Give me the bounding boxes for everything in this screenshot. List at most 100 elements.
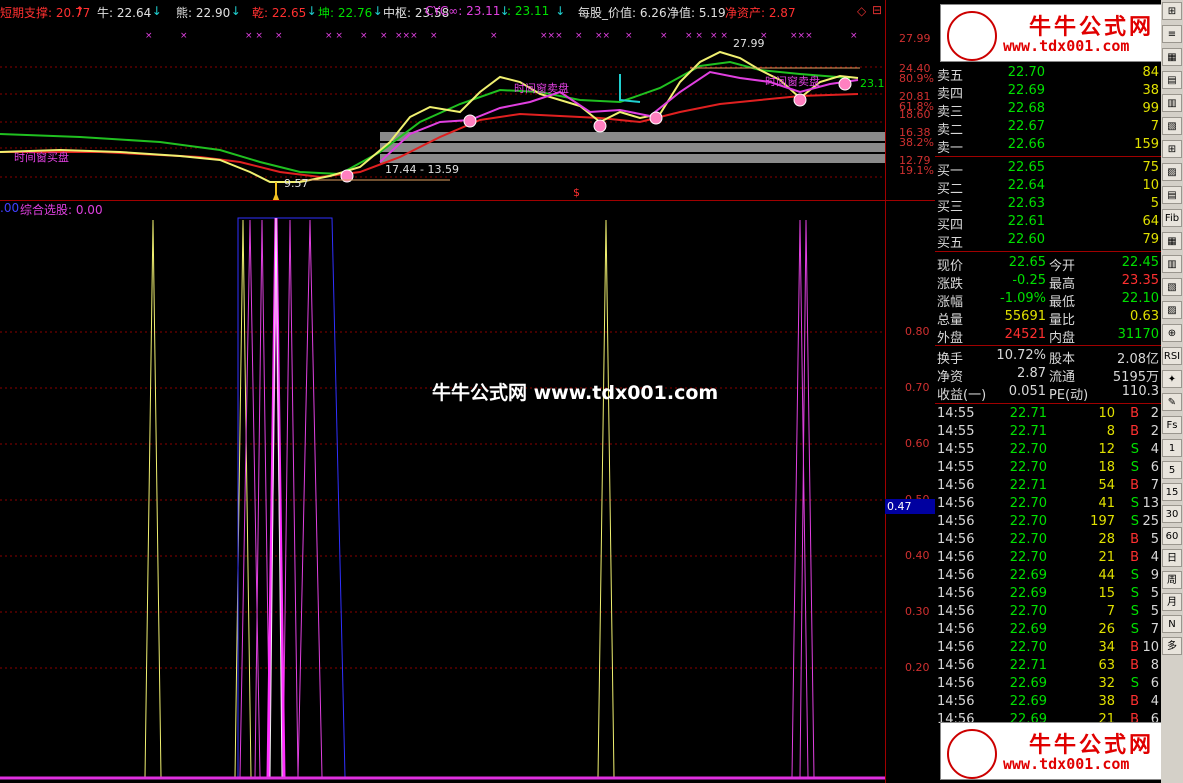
sidebar-tool-button[interactable]: 60 <box>1162 527 1182 545</box>
sidebar-tool-button[interactable]: 周 <box>1162 571 1182 589</box>
sidebar-tool-button[interactable]: 1 <box>1162 439 1182 457</box>
tick-time: 14:56 <box>937 586 975 601</box>
stat-value: 0.051 <box>1008 384 1046 399</box>
tick-row[interactable]: 14:56 22.70 7 S 5 <box>935 603 1161 621</box>
stat-row[interactable]: 外盘 24521 内盘 31170 <box>935 326 1161 346</box>
ask-row[interactable]: 卖五 22.70 84 <box>935 64 1161 84</box>
stat-row[interactable]: 收益(一) 0.051 PE(动) 110.3 <box>935 383 1161 403</box>
sidebar-tool-button[interactable]: ▤ <box>1162 186 1182 204</box>
tick-price: 22.70 <box>1009 514 1047 529</box>
tick-row[interactable]: 14:56 22.70 34 B 10 <box>935 639 1161 657</box>
tick-count: 7 <box>1150 622 1159 637</box>
tick-row[interactable]: 14:55 22.71 10 B 2 <box>935 405 1161 423</box>
sidebar-tool-button[interactable]: ⊕ <box>1162 324 1182 342</box>
ask-label: 卖一 <box>937 141 964 156</box>
tick-row[interactable]: 14:56 22.70 197 S 25 <box>935 513 1161 531</box>
sidebar-tool-button[interactable]: ✎ <box>1162 393 1182 411</box>
sidebar-tool-button[interactable]: 多 <box>1162 637 1182 655</box>
bid-row[interactable]: 买五 22.60 79 <box>935 231 1161 251</box>
tick-row[interactable]: 14:56 22.70 28 B 5 <box>935 531 1161 549</box>
stat-row[interactable]: 涨跌 -0.25 最高 23.35 <box>935 272 1161 292</box>
tick-row[interactable]: 14:56 22.70 21 B 4 <box>935 549 1161 567</box>
stat-value: 22.10 <box>1121 291 1159 306</box>
sidebar-tool-button[interactable]: 30 <box>1162 505 1182 523</box>
sidebar-tool-button[interactable]: 15 <box>1162 483 1182 501</box>
sidebar-tool-button[interactable]: ▨ <box>1162 301 1182 319</box>
watermark-text: 牛牛公式网 www.tdx001.com <box>432 382 719 404</box>
stat-row[interactable]: 涨幅 -1.09% 最低 22.10 <box>935 290 1161 310</box>
svg-text:×: × <box>850 31 858 41</box>
tick-row[interactable]: 14:56 22.69 38 B 4 <box>935 693 1161 711</box>
sidebar-tool-button[interactable]: ▦ <box>1162 48 1182 66</box>
ask-row[interactable]: 卖一 22.66 159 <box>935 136 1161 156</box>
sidebar-tool-button[interactable]: ▤ <box>1162 71 1182 89</box>
stat-value: -1.09% <box>1000 291 1046 306</box>
tick-side: B <box>1130 550 1139 565</box>
tick-row[interactable]: 14:56 22.69 26 S 7 <box>935 621 1161 639</box>
sidebar-tool-button[interactable]: ≡ <box>1162 25 1182 43</box>
tick-row[interactable]: 14:55 22.71 8 B 2 <box>935 423 1161 441</box>
sidebar-tool-button[interactable]: ▥ <box>1162 255 1182 273</box>
bid-row[interactable]: 买四 22.61 64 <box>935 213 1161 233</box>
ask-volume: 38 <box>1142 83 1159 98</box>
sidebar-tool-button[interactable]: 日 <box>1162 549 1182 567</box>
sidebar-tool-button[interactable]: Fib <box>1162 209 1182 227</box>
tick-row[interactable]: 14:55 22.70 18 S 6 <box>935 459 1161 477</box>
svg-text:×: × <box>660 31 668 41</box>
price-axis-tick: 38.2% <box>899 136 934 149</box>
sidebar-tool-button[interactable]: ▨ <box>1162 163 1182 181</box>
stat-value: 10.72% <box>996 348 1046 363</box>
tick-row[interactable]: 14:56 22.69 44 S 9 <box>935 567 1161 585</box>
logo-banner-bottom: 牛牛公式网 www.tdx001.com <box>940 722 1168 780</box>
bid-row[interactable]: 买二 22.64 10 <box>935 177 1161 197</box>
tick-time: 14:56 <box>937 514 975 529</box>
indicator-axis-tick: 0.60 <box>905 437 930 450</box>
tick-price: 22.70 <box>1009 442 1047 457</box>
tick-side: S <box>1130 460 1139 475</box>
ask-price: 22.70 <box>1007 65 1045 80</box>
indicator-header: 短期支撑: 20.77 ↑ 牛: 22.64 ↓ 熊: 22.90 ↓ 乾: 22.65 ↓ 坤… <box>0 0 935 22</box>
tick-price: 22.70 <box>1009 640 1047 655</box>
tick-count: 8 <box>1150 658 1159 673</box>
stat-row[interactable]: 净资 2.87 流通 5195万 <box>935 365 1161 385</box>
indicator-chart[interactable] <box>0 215 885 783</box>
ask-row[interactable]: 卖二 22.67 7 <box>935 118 1161 138</box>
tick-price: 22.69 <box>1009 568 1047 583</box>
collapse-icon[interactable]: ⊟ <box>872 3 882 17</box>
tick-row[interactable]: 14:56 22.70 41 S 13 <box>935 495 1161 513</box>
indicator-item: 熊: 22.90 <box>176 6 231 20</box>
stat-row[interactable]: 现价 22.65 今开 22.45 <box>935 254 1161 274</box>
tick-price: 22.70 <box>1009 532 1047 547</box>
stat-row[interactable]: 总量 55691 量比 0.63 <box>935 308 1161 328</box>
price-chart[interactable]: × × × × × × × × × ××× × × ××× × ×× × × × × × × × ×××… <box>0 22 935 200</box>
sidebar-tool-button[interactable]: ⊞ <box>1162 2 1182 20</box>
sidebar-tool-button[interactable]: 月 <box>1162 593 1182 611</box>
ask-row[interactable]: 卖四 22.69 38 <box>935 82 1161 102</box>
tick-row[interactable]: 14:56 22.69 15 S 5 <box>935 585 1161 603</box>
stat-label: 收益(一) <box>937 388 987 403</box>
tick-row[interactable]: 14:56 22.69 32 S 6 <box>935 675 1161 693</box>
sidebar-tool-button[interactable]: Fs <box>1162 416 1182 434</box>
tick-row[interactable]: 14:56 22.71 63 B 8 <box>935 657 1161 675</box>
tick-side: S <box>1130 496 1139 511</box>
stat-row[interactable]: 换手 10.72% 股本 2.08亿 <box>935 347 1161 367</box>
ask-row[interactable]: 卖三 22.68 99 <box>935 100 1161 120</box>
tick-volume: 54 <box>1098 478 1115 493</box>
tick-volume: 63 <box>1098 658 1115 673</box>
diamond-icon[interactable]: ◇ <box>857 4 866 18</box>
sidebar-tool-button[interactable]: ▦ <box>1162 232 1182 250</box>
stat-value: 31170 <box>1117 327 1159 342</box>
sidebar-tool-button[interactable]: ⊞ <box>1162 140 1182 158</box>
sidebar-tool-button[interactable]: N <box>1162 615 1182 633</box>
tick-row[interactable]: 14:55 22.70 12 S 4 <box>935 441 1161 459</box>
tick-price: 22.69 <box>1009 586 1047 601</box>
tick-row[interactable]: 14:56 22.71 54 B 7 <box>935 477 1161 495</box>
sidebar-tool-button[interactable]: ▥ <box>1162 94 1182 112</box>
sidebar-tool-button[interactable]: RSI <box>1162 347 1182 365</box>
sidebar-tool-button[interactable]: ✦ <box>1162 370 1182 388</box>
sidebar-tool-button[interactable]: ▧ <box>1162 278 1182 296</box>
sidebar-tool-button[interactable]: ▧ <box>1162 117 1182 135</box>
sidebar-tool-button[interactable]: 5 <box>1162 461 1182 479</box>
bid-row[interactable]: 买三 22.63 5 <box>935 195 1161 215</box>
bid-row[interactable]: 买一 22.65 75 <box>935 159 1161 179</box>
